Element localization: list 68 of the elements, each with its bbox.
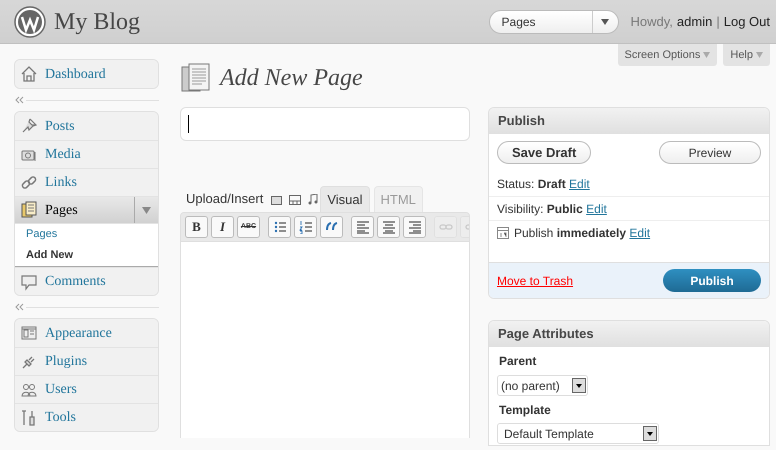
bullet-list-icon bbox=[272, 220, 286, 234]
sidebar-item[interactable]: Tools bbox=[15, 403, 158, 431]
greeting-text: Howdy, bbox=[630, 12, 673, 31]
user-link[interactable]: admin bbox=[676, 12, 712, 32]
sidebar-item[interactable]: Dashboard bbox=[15, 60, 158, 88]
collapse-arrows-icon[interactable] bbox=[14, 96, 24, 104]
italic-button[interactable]: I bbox=[211, 216, 234, 238]
logout-link[interactable]: Log Out bbox=[724, 12, 770, 32]
caret-icon bbox=[647, 432, 653, 436]
caret-icon bbox=[703, 52, 710, 58]
publish-setting-text: Visibility: Public Edit bbox=[497, 200, 607, 218]
pushpin-icon bbox=[20, 117, 38, 135]
panel-title: Page Attributes bbox=[489, 321, 769, 347]
upload-insert-label: Upload/Insert bbox=[185, 190, 264, 208]
pages-icon bbox=[20, 201, 38, 219]
image-icon[interactable] bbox=[271, 196, 282, 205]
caret-icon bbox=[601, 18, 610, 24]
numbered-list-icon bbox=[298, 220, 312, 234]
video-icon[interactable] bbox=[289, 195, 302, 205]
align-left-icon bbox=[356, 220, 370, 234]
move-to-trash-link[interactable]: Move to Trash bbox=[497, 272, 574, 290]
submenu-item[interactable]: Add New bbox=[15, 245, 158, 266]
quick-menu-dropdown[interactable]: Pages bbox=[488, 10, 619, 34]
align-right-button[interactable] bbox=[403, 216, 426, 238]
submenu-item[interactable]: Pages bbox=[15, 224, 158, 245]
caret-down-icon[interactable] bbox=[142, 206, 151, 214]
wordpress-logo-icon bbox=[14, 6, 46, 38]
edit-link[interactable]: Edit bbox=[569, 177, 590, 191]
template-label: Template bbox=[498, 402, 552, 419]
speech-bubble-icon bbox=[20, 272, 38, 290]
sidebar-item[interactable]: Pages bbox=[15, 196, 158, 224]
sidebar-item[interactable]: Comments bbox=[15, 267, 158, 295]
publish-button[interactable]: Publish bbox=[663, 269, 761, 292]
separator-text: | bbox=[716, 12, 720, 31]
panel-title: Publish bbox=[489, 108, 769, 134]
preview-button[interactable]: Preview bbox=[659, 141, 761, 164]
parent-dropdown[interactable]: (no parent) bbox=[497, 375, 588, 396]
edit-link[interactable]: Edit bbox=[629, 226, 650, 240]
align-right-icon bbox=[408, 220, 422, 234]
music-note-icon[interactable] bbox=[308, 194, 318, 205]
align-left-button[interactable] bbox=[351, 216, 374, 238]
chain-link-icon bbox=[20, 174, 38, 192]
align-center-button[interactable] bbox=[377, 216, 400, 238]
house-icon bbox=[20, 65, 38, 83]
caret-icon bbox=[576, 384, 582, 388]
screen-tab[interactable]: Screen Options bbox=[618, 44, 718, 66]
calendar-icon bbox=[497, 226, 509, 239]
site-title[interactable]: My Blog bbox=[54, 4, 140, 40]
publish-setting-text: Status: Draft Edit bbox=[497, 176, 590, 193]
parent-label: Parent bbox=[498, 353, 538, 370]
save-draft-button[interactable]: Save Draft bbox=[497, 141, 592, 164]
quote-button[interactable] bbox=[320, 216, 343, 238]
publish-setting-text: Publish immediately Edit bbox=[514, 224, 650, 242]
page-title: Add New Page bbox=[220, 64, 363, 93]
editor-tab[interactable]: Visual bbox=[320, 186, 370, 212]
layout-icon bbox=[20, 324, 38, 342]
numbered-list-button[interactable] bbox=[294, 216, 317, 238]
pages-icon bbox=[180, 62, 212, 94]
text-cursor-icon bbox=[188, 115, 189, 133]
template-dropdown[interactable]: Default Template bbox=[497, 423, 659, 444]
align-center-icon bbox=[382, 220, 396, 234]
bold-button[interactable]: B bbox=[185, 216, 208, 238]
caret-icon bbox=[756, 52, 763, 58]
collapse-arrows-icon[interactable] bbox=[14, 303, 24, 311]
screen-tab[interactable]: Help bbox=[723, 44, 770, 66]
bullet-list-button[interactable] bbox=[268, 216, 291, 238]
edit-link[interactable]: Edit bbox=[586, 202, 607, 216]
title-input-field[interactable] bbox=[180, 107, 470, 141]
